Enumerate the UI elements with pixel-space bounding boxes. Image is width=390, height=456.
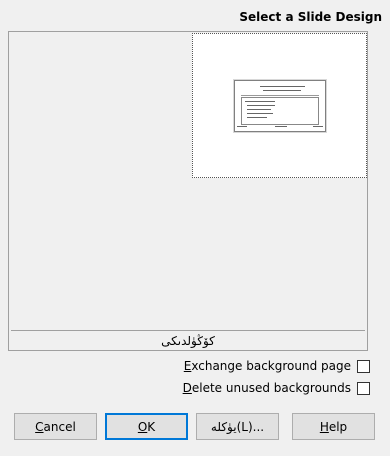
load-button[interactable]: يۈكلە(L)... [196,413,279,440]
exchange-background-option[interactable]: Exchange background page [184,359,370,373]
slide-design-thumbnail[interactable] [192,33,367,178]
help-button[interactable]: Help [292,413,375,440]
exchange-background-checkbox[interactable] [357,359,370,373]
delete-unused-backgrounds-option[interactable]: Delete unused backgrounds [183,381,370,395]
slide-design-preview-image [233,79,326,132]
delete-unused-backgrounds-checkbox[interactable] [357,381,370,395]
selected-design-name: كۆڭۈلدىكى [161,334,215,348]
ok-button[interactable]: OK [105,413,188,440]
delete-unused-backgrounds-label: Delete unused backgrounds [182,381,351,395]
design-name-divider [11,330,365,331]
cancel-button[interactable]: Cancel [14,413,97,440]
exchange-background-label: Exchange background page [183,359,351,373]
slide-design-list[interactable]: كۆڭۈلدىكى [8,31,368,351]
dialog-title: Select a Slide Design [239,10,382,24]
